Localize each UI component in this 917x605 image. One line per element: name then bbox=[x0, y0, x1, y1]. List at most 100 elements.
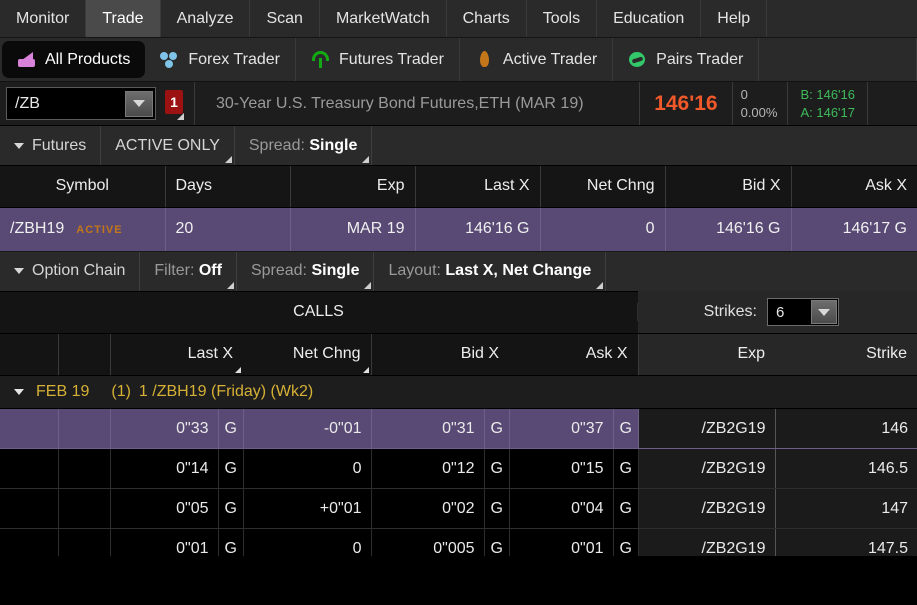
oc-cell-strike[interactable]: 147 bbox=[775, 489, 917, 529]
menu-item-tools[interactable]: Tools bbox=[527, 0, 597, 37]
tab-label: Futures Trader bbox=[339, 51, 444, 69]
futures-cell-symbol[interactable]: /ZBH19ACTIVE bbox=[0, 207, 165, 251]
oc-cell-bidx[interactable]: 0"005 bbox=[371, 529, 484, 556]
alert-count-badge[interactable]: 1 bbox=[165, 90, 183, 114]
strikes-select[interactable]: 6 bbox=[767, 298, 839, 326]
expiry-month: FEB 19 bbox=[36, 383, 89, 400]
option-chain-table: Last X Net Chng Bid X Ask X Exp Strike F… bbox=[0, 334, 917, 556]
quote-last-price: 146'16 bbox=[639, 82, 731, 125]
oc-col-strike[interactable]: Strike bbox=[775, 334, 917, 376]
quote-pct-change-value: 0.00% bbox=[741, 104, 778, 122]
menu-item-label: Help bbox=[717, 10, 750, 28]
futures-section-toggle[interactable]: Futures bbox=[0, 126, 101, 165]
chevron-down-icon bbox=[14, 268, 24, 274]
futures-cell-askx[interactable]: 146'17 G bbox=[791, 207, 917, 251]
expiry-group-row[interactable]: FEB 19(1)1 /ZBH19 (Friday) (Wk2) bbox=[0, 376, 917, 409]
quote-ask-value: A: 146'17 bbox=[800, 104, 855, 122]
oc-col-askx[interactable]: Ask X bbox=[509, 334, 638, 376]
menu-item-education[interactable]: Education bbox=[597, 0, 701, 37]
oc-cell-askx[interactable]: 0"01 bbox=[509, 529, 613, 556]
symbol-input[interactable]: /ZB bbox=[6, 87, 156, 120]
expiry-count: (1) bbox=[111, 383, 131, 400]
menu-item-trade[interactable]: Trade bbox=[86, 0, 160, 37]
symbol-input-value: /ZB bbox=[7, 95, 125, 113]
menu-item-label: Education bbox=[613, 10, 684, 28]
option-layout-value: Last X, Net Change bbox=[445, 262, 591, 280]
oc-cell-askx[interactable]: 0"04 bbox=[509, 489, 613, 529]
oc-cell-askx[interactable]: 0"15 bbox=[509, 449, 613, 489]
futures-spread-selector[interactable]: Spread: Single bbox=[235, 126, 373, 165]
tab-label: All Products bbox=[45, 51, 130, 69]
menu-item-label: MarketWatch bbox=[336, 10, 430, 28]
all-products-icon bbox=[17, 50, 36, 69]
strikes-dropdown-button[interactable] bbox=[811, 300, 837, 324]
oc-cell-askx-flag: G bbox=[613, 449, 638, 489]
futures-cell-bidx[interactable]: 146'16 G bbox=[665, 207, 791, 251]
calls-title: CALLS bbox=[0, 303, 638, 321]
active-only-filter[interactable]: ACTIVE ONLY bbox=[101, 126, 235, 165]
oc-col-netchng[interactable]: Net Chng bbox=[243, 334, 371, 376]
chevron-down-icon bbox=[818, 309, 830, 316]
oc-cell-askx[interactable]: 0"37 bbox=[509, 409, 613, 449]
option-filter-selector[interactable]: Filter: Off bbox=[140, 252, 237, 291]
futures-spread-label: Spread: bbox=[249, 137, 305, 155]
tab-pairs-trader[interactable]: Pairs Trader bbox=[613, 38, 759, 81]
oc-cell-strike[interactable]: 146.5 bbox=[775, 449, 917, 489]
option-filter-label: Filter: bbox=[154, 262, 194, 280]
expiry-group-cell[interactable]: FEB 19(1)1 /ZBH19 (Friday) (Wk2) bbox=[0, 376, 917, 409]
menu-item-label: Trade bbox=[102, 10, 143, 28]
quote-last-value: 146'16 bbox=[654, 92, 717, 116]
table-row[interactable]: 0"33 G -0"01 0"31 G 0"37 G /ZB2G19 146 bbox=[0, 409, 917, 449]
oc-cell-bidx[interactable]: 0"31 bbox=[371, 409, 484, 449]
tab-label: Pairs Trader bbox=[656, 51, 743, 69]
table-row[interactable]: 0"14 G 0 0"12 G 0"15 G /ZB2G19 146.5 bbox=[0, 449, 917, 489]
oc-cell-blank-1 bbox=[0, 529, 58, 556]
tab-futures-trader[interactable]: Futures Trader bbox=[296, 38, 460, 81]
futures-col-exp[interactable]: Exp bbox=[290, 166, 415, 207]
menu-item-scan[interactable]: Scan bbox=[250, 0, 319, 37]
oc-cell-strike[interactable]: 146 bbox=[775, 409, 917, 449]
status-badge: ACTIVE bbox=[76, 224, 122, 236]
oc-cell-askx-flag: G bbox=[613, 529, 638, 556]
symbol-description: 30-Year U.S. Treasury Bond Futures,ETH (… bbox=[194, 82, 639, 125]
option-layout-selector[interactable]: Layout: Last X, Net Change bbox=[374, 252, 606, 291]
futures-col-symbol[interactable]: Symbol bbox=[0, 166, 165, 207]
menu-item-analyze[interactable]: Analyze bbox=[161, 0, 251, 37]
oc-cell-lastx: 0"01 bbox=[110, 529, 218, 556]
oc-col-bidx[interactable]: Bid X bbox=[371, 334, 509, 376]
oc-cell-askx-flag: G bbox=[613, 409, 638, 449]
oc-cell-lastx: 0"33 bbox=[110, 409, 218, 449]
oc-cell-blank-1 bbox=[0, 449, 58, 489]
option-chain-section-toggle[interactable]: Option Chain bbox=[0, 252, 140, 291]
table-row[interactable]: 0"05 G +0"01 0"02 G 0"04 G /ZB2G19 147 bbox=[0, 489, 917, 529]
futures-col-askx[interactable]: Ask X bbox=[791, 166, 917, 207]
oc-cell-bidx[interactable]: 0"02 bbox=[371, 489, 484, 529]
futures-col-lastx[interactable]: Last X bbox=[415, 166, 540, 207]
option-spread-label: Spread: bbox=[251, 262, 307, 280]
tab-forex-trader[interactable]: Forex Trader bbox=[145, 38, 296, 81]
tab-all-products[interactable]: All Products bbox=[2, 41, 145, 78]
menu-item-monitor[interactable]: Monitor bbox=[0, 0, 86, 37]
tab-label: Forex Trader bbox=[188, 51, 280, 69]
futures-col-netchng[interactable]: Net Chng bbox=[540, 166, 665, 207]
active-only-label: ACTIVE ONLY bbox=[115, 137, 220, 155]
option-spread-value: Single bbox=[311, 262, 359, 280]
menu-item-help[interactable]: Help bbox=[701, 0, 767, 37]
oc-cell-netchng: +0"01 bbox=[243, 489, 371, 529]
menu-item-charts[interactable]: Charts bbox=[447, 0, 527, 37]
oc-col-exp[interactable]: Exp bbox=[638, 334, 775, 376]
menu-item-marketwatch[interactable]: MarketWatch bbox=[320, 0, 447, 37]
tab-active-trader[interactable]: Active Trader bbox=[460, 38, 613, 81]
futures-col-days[interactable]: Days bbox=[165, 166, 290, 207]
oc-cell-strike[interactable]: 147.5 bbox=[775, 529, 917, 556]
futures-col-bidx[interactable]: Bid X bbox=[665, 166, 791, 207]
oc-col-lastx[interactable]: Last X bbox=[110, 334, 243, 376]
oc-cell-blank-2 bbox=[58, 489, 110, 529]
table-row[interactable]: /ZBH19ACTIVE 20 MAR 19 146'16 G 0 146'16… bbox=[0, 207, 917, 251]
oc-cell-bidx[interactable]: 0"12 bbox=[371, 449, 484, 489]
option-spread-selector[interactable]: Spread: Single bbox=[237, 252, 375, 291]
table-row[interactable]: 0"01 G 0 0"005 G 0"01 G /ZB2G19 147.5 bbox=[0, 529, 917, 556]
symbol-dropdown-button[interactable] bbox=[125, 91, 153, 117]
thinkorswim-window: Monitor Trade Analyze Scan MarketWatch C… bbox=[0, 0, 917, 605]
option-chain-scroll-area[interactable]: Last X Net Chng Bid X Ask X Exp Strike F… bbox=[0, 334, 917, 556]
